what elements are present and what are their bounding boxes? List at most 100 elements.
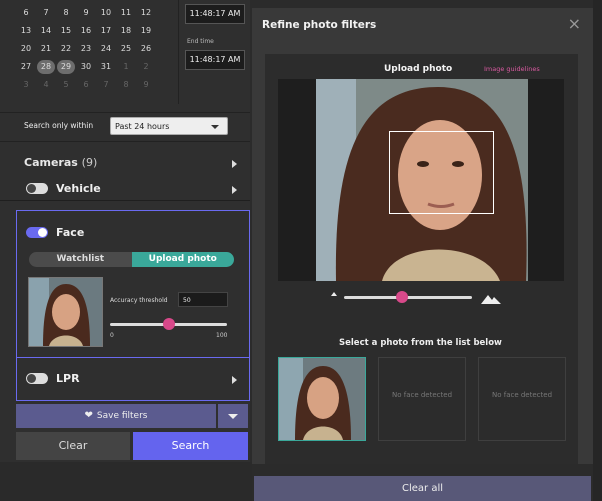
face-toggle[interactable] [26,227,48,238]
vehicle-toggle[interactable] [26,183,48,194]
candidate-photo-3[interactable]: No face detected [478,357,566,441]
save-filters-button[interactable]: ❤ Save filters [16,404,216,428]
face-label: Face [56,226,85,239]
calendar-day[interactable]: 20 [16,40,36,58]
chevron-right-icon [232,160,237,168]
calendar-day[interactable]: 8 [56,4,76,22]
clear-all-button[interactable]: Clear all [254,476,591,501]
clear-button[interactable]: Clear [16,432,130,460]
zoom-slider-track[interactable] [344,296,472,299]
close-icon[interactable]: × [568,14,581,33]
candidate-photo-2[interactable]: No face detected [378,357,466,441]
calendar-day[interactable]: 5 [56,76,76,94]
end-time-label: End time [187,38,214,45]
cameras-title: Cameras (9) [24,156,98,169]
vehicle-label: Vehicle [56,182,101,195]
calendar-day[interactable]: 8 [116,76,136,94]
no-face-text: No face detected [491,391,553,399]
bottom-area [0,462,252,501]
calendar-week-row: 20 21 22 23 24 25 26 [16,40,178,58]
search-within-value: Past 24 hours [115,122,170,131]
calendar-day[interactable]: 15 [56,22,76,40]
calendar-week-row: 27 28 29 30 31 1 2 [16,58,178,76]
no-face-text: No face detected [391,391,453,399]
calendar-day[interactable]: 7 [96,76,116,94]
calendar-day[interactable]: 30 [76,58,96,76]
calendar-week-row: 13 14 15 16 17 18 19 [16,22,178,40]
calendar-week-row: 3456789 [16,76,178,94]
face-mode-tabs: Watchlist Upload photo [29,252,234,267]
candidate-photo-1[interactable] [278,357,366,441]
lpr-label: LPR [56,372,80,385]
scrollbar-strip[interactable] [593,0,602,501]
face-detection-box[interactable] [389,131,494,214]
start-time-field[interactable]: 11:48:17 AM [185,4,245,24]
dialog-title: Refine photo filters [262,19,377,31]
chevron-right-icon [232,186,237,194]
calendar-day[interactable]: 16 [76,22,96,40]
calendar-day[interactable]: 4 [36,76,56,94]
calendar-day[interactable]: 2 [136,58,156,76]
calendar-day[interactable]: 17 [96,22,116,40]
heart-icon: ❤ [84,410,93,421]
calendar-day[interactable]: 12 [136,4,156,22]
dialog-body: Upload photo Image guidelines Select a p… [265,54,578,464]
calendar-day[interactable]: 18 [116,22,136,40]
search-within-row: Search only within Past 24 hours [0,112,250,142]
caret-down-icon [228,414,238,419]
face-section: Face Watchlist Upload photo Accuracy thr… [16,210,250,358]
slider-max-label: 100 [216,332,228,339]
calendar-day[interactable]: 22 [56,40,76,58]
calendar-day[interactable]: 14 [36,22,56,40]
caret-down-icon [211,125,219,129]
accuracy-slider-handle[interactable] [163,318,175,330]
calendar-day[interactable]: 6 [76,76,96,94]
accuracy-threshold-label: Accuracy threshold [110,297,168,304]
time-column: 11:48:17 AM End time 11:48:17 AM [178,0,251,104]
date-calendar[interactable]: 6 7 8 9 10 11 12 13 14 15 16 17 18 19 20 21 22 23 24 25 26 27… [16,4,178,94]
lpr-toggle[interactable] [26,373,48,384]
calendar-day[interactable]: 3 [16,76,36,94]
calendar-day[interactable]: 7 [36,4,56,22]
tab-upload-photo[interactable]: Upload photo [131,252,234,267]
search-within-select[interactable]: Past 24 hours [110,117,228,135]
calendar-day[interactable]: 28 [37,60,55,74]
accuracy-threshold-input[interactable]: 50 [178,292,228,307]
save-filters-label: Save filters [96,411,148,421]
calendar-day[interactable]: 27 [16,58,36,76]
calendar-day[interactable]: 9 [136,76,156,94]
photo-preview [278,79,564,281]
face-thumbnail [28,277,103,347]
save-filters-dropdown[interactable] [218,404,248,428]
image-guidelines-link[interactable]: Image guidelines [484,65,540,73]
calendar-day[interactable]: 29 [57,60,75,74]
calendar-day[interactable]: 1 [116,58,136,76]
zoom-in-icon[interactable] [481,289,501,308]
calendar-day[interactable]: 13 [16,22,36,40]
calendar-day[interactable]: 31 [96,58,116,76]
lpr-section[interactable]: LPR [16,358,250,401]
tab-watchlist[interactable]: Watchlist [29,252,132,267]
calendar-day[interactable]: 9 [76,4,96,22]
vehicle-section[interactable]: Vehicle [0,180,250,201]
filters-panel: 6 7 8 9 10 11 12 13 14 15 16 17 18 19 20 21 22 23 24 25 26 27… [0,0,250,501]
end-time-field[interactable]: 11:48:17 AM [185,50,245,70]
calendar-day[interactable]: 19 [136,22,156,40]
calendar-day[interactable]: 23 [76,40,96,58]
calendar-day[interactable]: 21 [36,40,56,58]
select-photo-label: Select a photo from the list below [339,338,502,348]
cameras-section[interactable]: Cameras (9) [0,145,250,179]
zoom-out-icon[interactable] [331,292,337,296]
slider-min-label: 0 [110,332,114,339]
calendar-day[interactable]: 6 [16,4,36,22]
search-within-label: Search only within [24,121,94,130]
calendar-day[interactable]: 11 [116,4,136,22]
refine-photo-dialog: Refine photo filters × Upload photo Imag… [252,8,593,464]
calendar-day[interactable]: 26 [136,40,156,58]
calendar-day[interactable]: 25 [116,40,136,58]
search-button[interactable]: Search [133,432,248,460]
chevron-right-icon [232,376,237,384]
calendar-day[interactable]: 10 [96,4,116,22]
calendar-day[interactable]: 24 [96,40,116,58]
zoom-slider-handle[interactable] [396,291,408,303]
